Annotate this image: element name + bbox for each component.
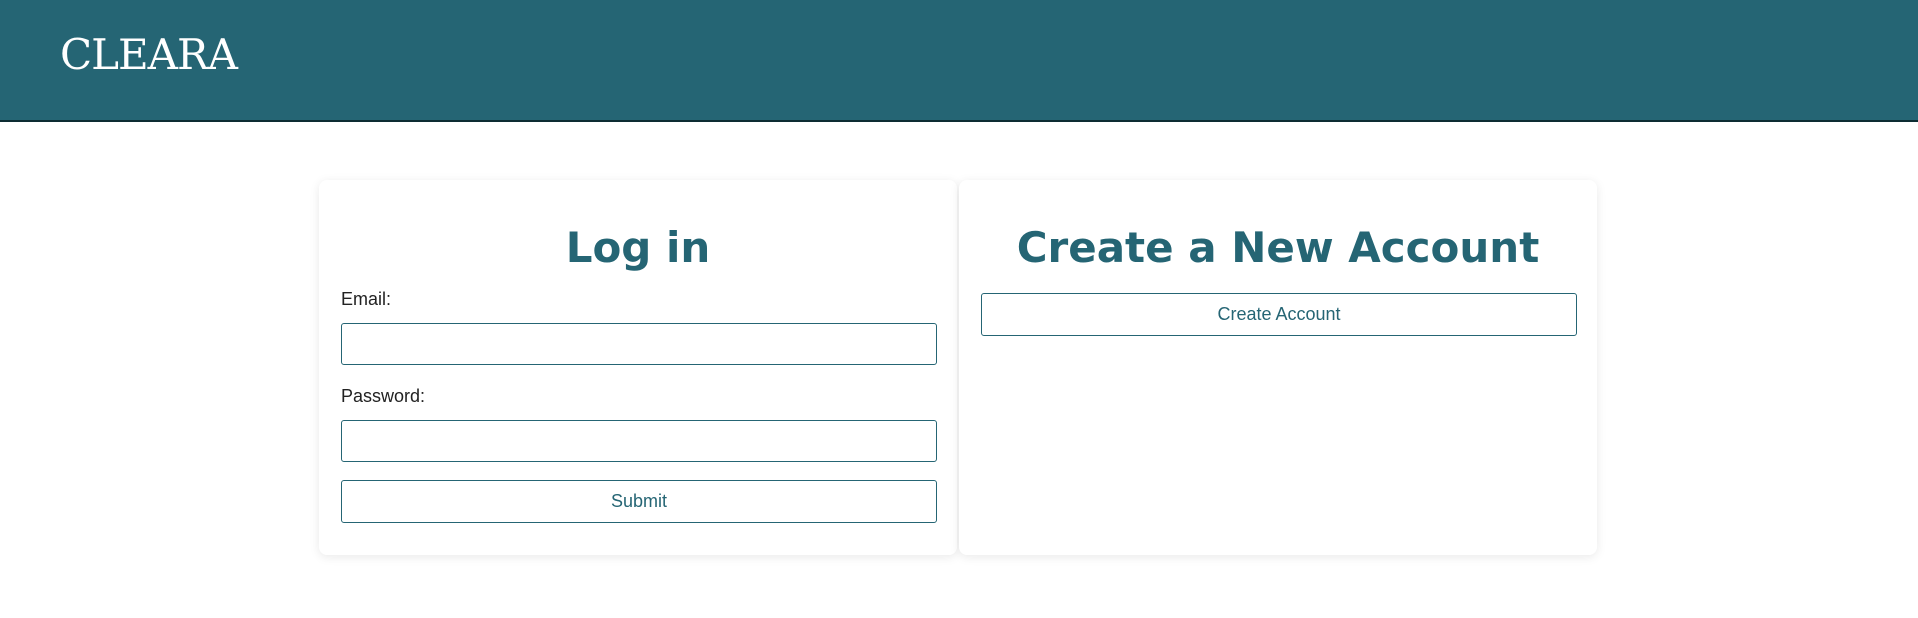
email-label: Email:	[341, 289, 392, 309]
email-field[interactable]	[341, 323, 937, 365]
login-title: Log in	[565, 223, 711, 272]
cleara-logo[interactable]: CLEARA	[60, 30, 238, 79]
password-label: Password:	[341, 386, 426, 406]
password-field[interactable]	[341, 420, 937, 462]
site-header: CLEARA	[0, 0, 1918, 122]
submit-button[interactable]: Submit	[341, 480, 937, 523]
login-card: Log in Email: Password: Submit	[319, 180, 957, 555]
create-account-card: Create a New Account Create Account	[959, 180, 1597, 555]
auth-cards: Log in Email: Password: Submit Create a …	[319, 180, 1597, 555]
create-account-button[interactable]: Create Account	[981, 293, 1577, 336]
create-account-title: Create a New Account	[1016, 223, 1540, 272]
